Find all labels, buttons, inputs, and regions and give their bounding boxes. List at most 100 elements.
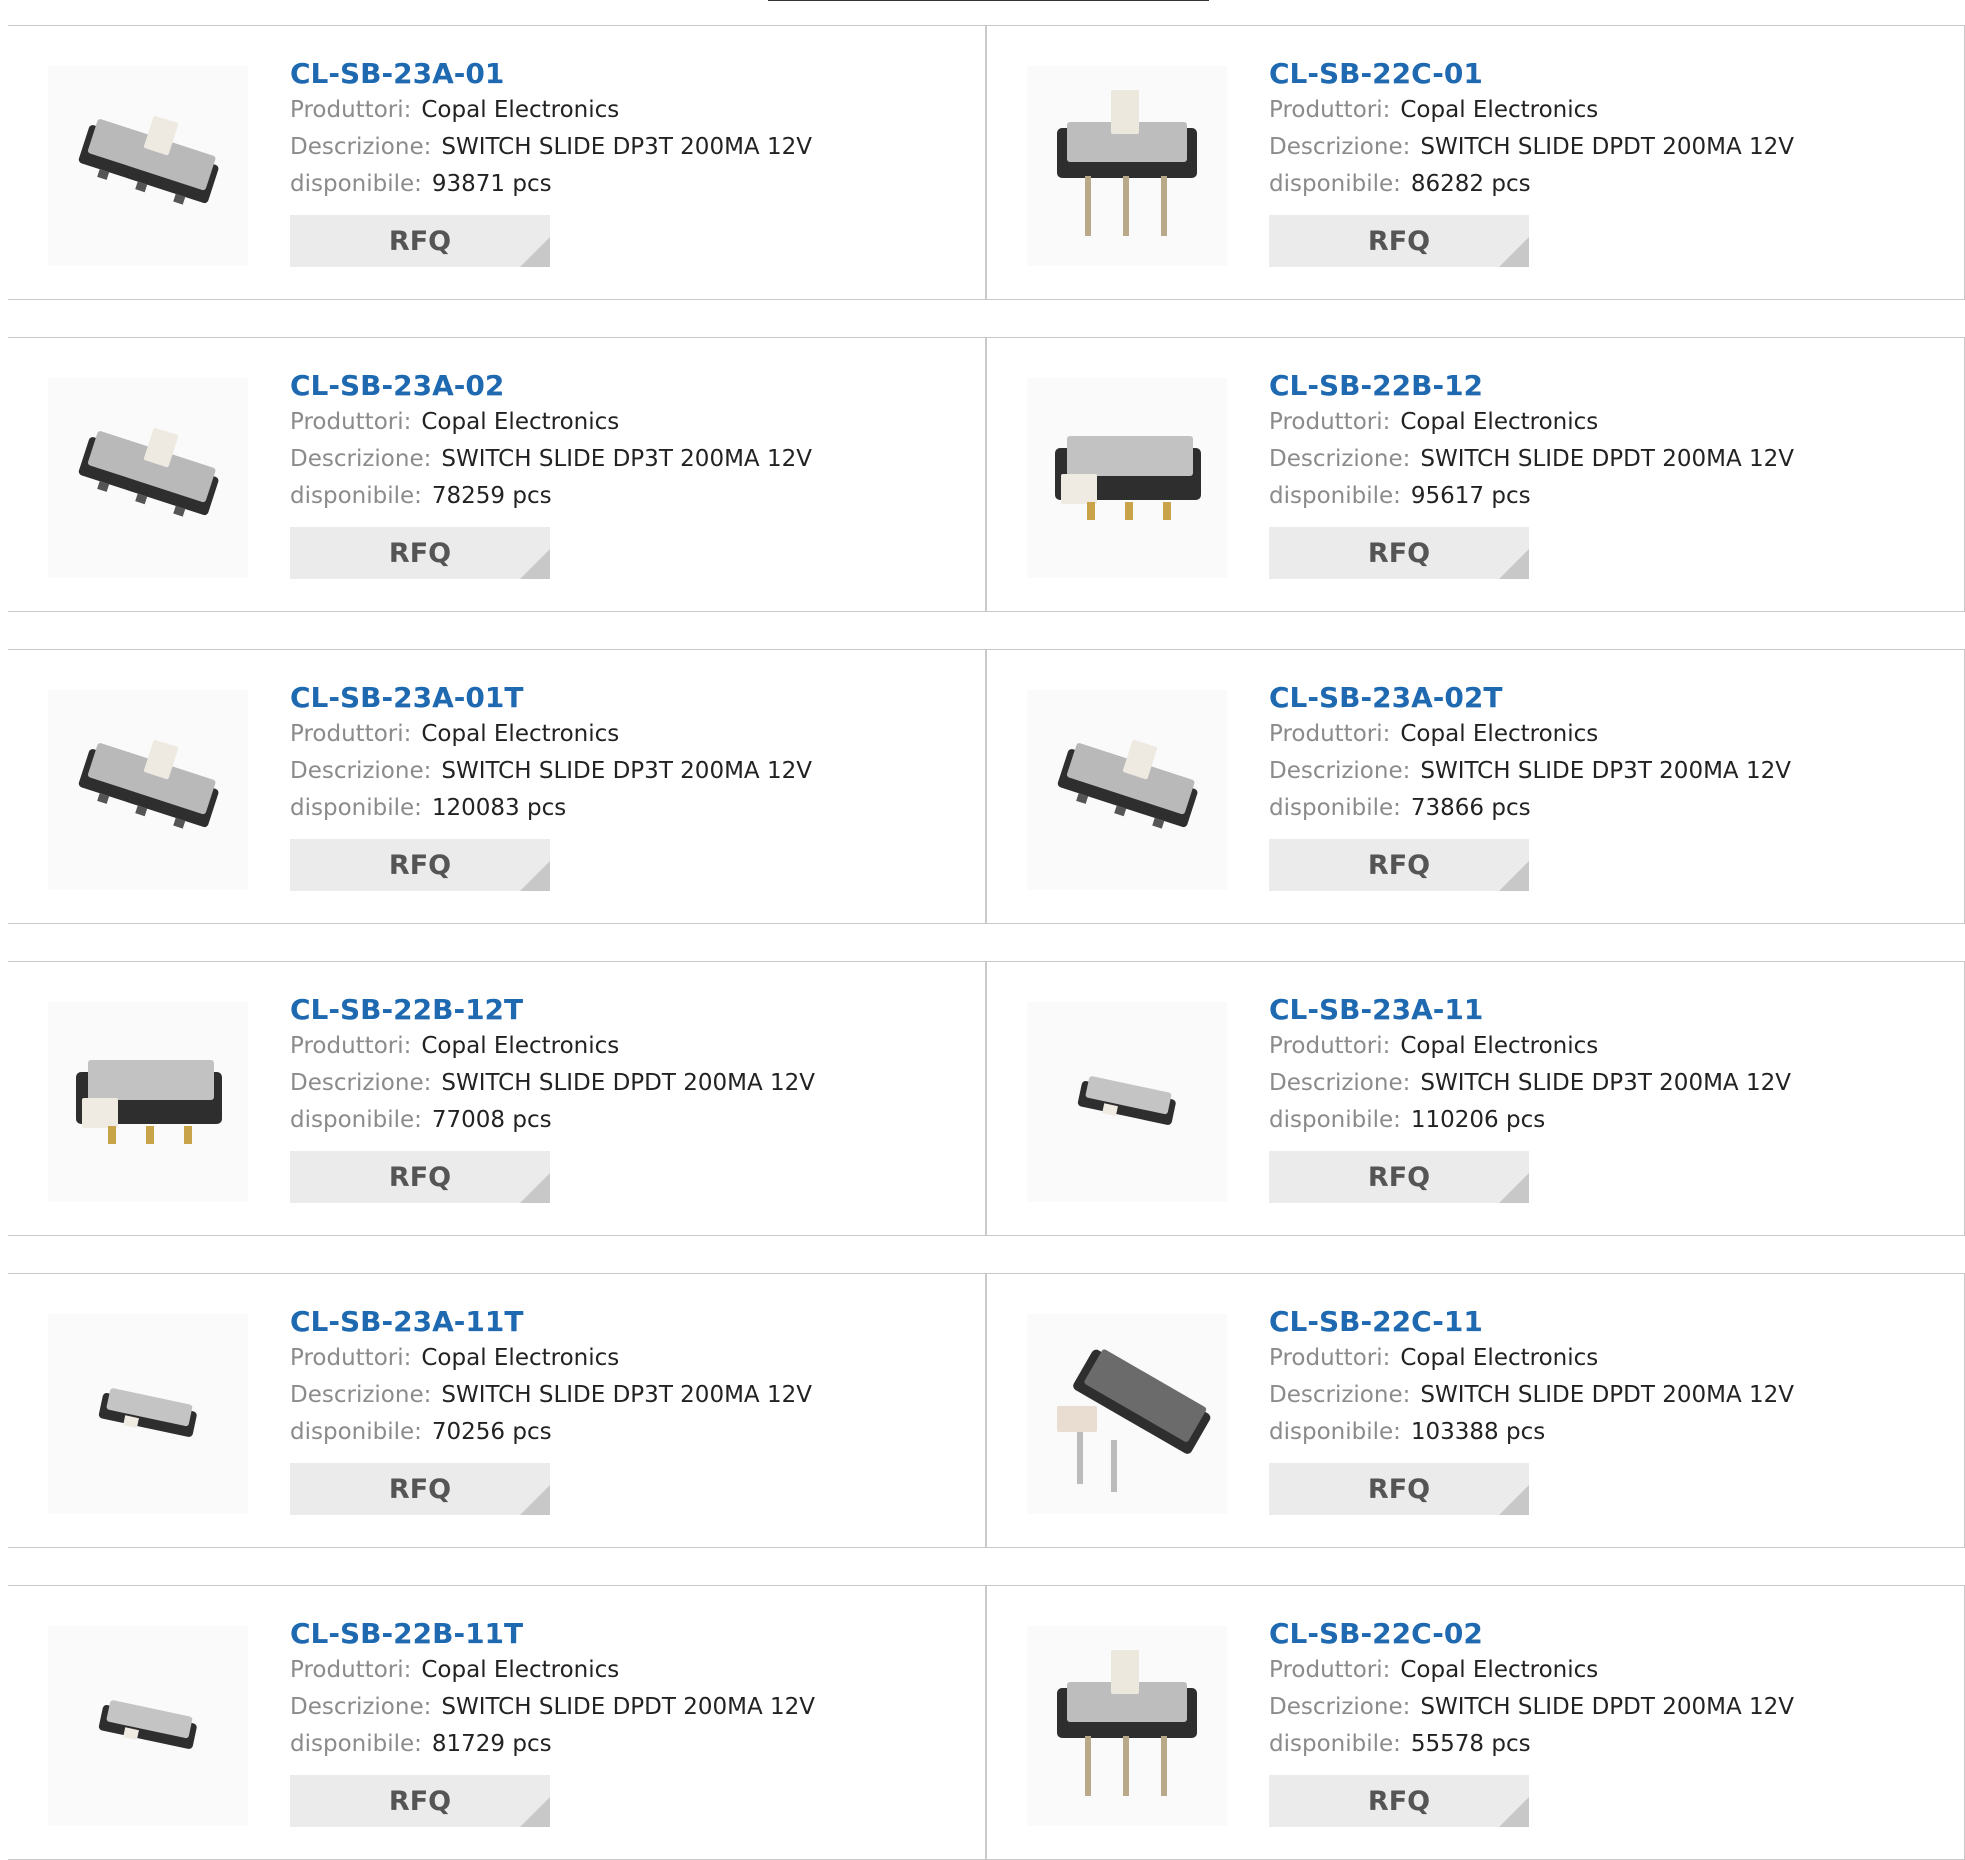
product-image[interactable]: [48, 1626, 248, 1826]
description-value: SWITCH SLIDE DP3T 200MA 12V: [441, 1382, 812, 1408]
product-image[interactable]: [1027, 378, 1227, 578]
manufacturer-value: Copal Electronics: [421, 1345, 620, 1371]
manufacturer-value: Copal Electronics: [421, 97, 620, 123]
description-label: Descrizione:: [1269, 1694, 1411, 1720]
rfq-button-label: RFQ: [1367, 537, 1431, 569]
corner-triangle-icon: [1499, 549, 1529, 579]
availability-label: disponibile:: [290, 171, 422, 197]
manufacturer-label: Produttori:: [290, 721, 412, 747]
product-image[interactable]: [1027, 66, 1227, 266]
corner-triangle-icon: [520, 1173, 550, 1203]
product-name-link[interactable]: CL-SB-23A-11T: [290, 1304, 975, 1340]
rfq-button[interactable]: RFQ: [290, 215, 550, 267]
product-name-link[interactable]: CL-SB-22B-11T: [290, 1616, 975, 1652]
slide-switch-image: [78, 739, 219, 829]
rfq-button[interactable]: RFQ: [290, 1463, 550, 1515]
rfq-button-label: RFQ: [388, 1785, 452, 1817]
product-name-link[interactable]: CL-SB-23A-02T: [1269, 680, 1954, 716]
description-value: SWITCH SLIDE DP3T 200MA 12V: [441, 134, 812, 160]
product-name-link[interactable]: CL-SB-23A-01T: [290, 680, 975, 716]
product-image[interactable]: [48, 1002, 248, 1202]
product-name-link[interactable]: CL-SB-22C-01: [1269, 56, 1954, 92]
corner-triangle-icon: [520, 1797, 550, 1827]
corner-triangle-icon: [1499, 1485, 1529, 1515]
slide-switch-through-hole-image: [1057, 1650, 1197, 1796]
top-divider: [768, 0, 1209, 1]
slide-switch-small-image: [98, 1388, 197, 1437]
rfq-button[interactable]: RFQ: [1269, 215, 1529, 267]
slide-switch-side-actuator-image: [1055, 436, 1201, 520]
slide-switch-small-image: [98, 1700, 197, 1749]
manufacturer-label: Produttori:: [290, 409, 412, 435]
product-card: CL-SB-23A-02 Produttori: Copal Electronic…: [8, 337, 986, 612]
product-card: CL-SB-22B-12 Produttori: Copal Electronic…: [986, 337, 1965, 612]
slide-switch-image: [78, 427, 219, 517]
rfq-button[interactable]: RFQ: [290, 527, 550, 579]
availability-value: 103388 pcs: [1410, 1419, 1546, 1445]
product-image[interactable]: [1027, 690, 1227, 890]
availability-value: 73866 pcs: [1410, 795, 1531, 821]
availability-label: disponibile:: [290, 1419, 422, 1445]
manufacturer-value: Copal Electronics: [1400, 97, 1599, 123]
description-value: SWITCH SLIDE DPDT 200MA 12V: [441, 1070, 816, 1096]
description-value: SWITCH SLIDE DP3T 200MA 12V: [441, 446, 812, 472]
slide-switch-image: [1057, 739, 1198, 829]
description-value: SWITCH SLIDE DPDT 200MA 12V: [1420, 1694, 1795, 1720]
description-label: Descrizione:: [290, 1070, 432, 1096]
product-image[interactable]: [1027, 1626, 1227, 1826]
product-card: CL-SB-22B-12T Produttori: Copal Electroni…: [8, 961, 986, 1236]
product-image[interactable]: [1027, 1002, 1227, 1202]
product-name-link[interactable]: CL-SB-23A-02: [290, 368, 975, 404]
rfq-button[interactable]: RFQ: [1269, 1151, 1529, 1203]
product-name-link[interactable]: CL-SB-23A-11: [1269, 992, 1954, 1028]
product-name-link[interactable]: CL-SB-23A-01: [290, 56, 975, 92]
corner-triangle-icon: [520, 237, 550, 267]
product-card: CL-SB-23A-01 Produttori: Copal Electronic…: [8, 25, 986, 300]
product-name-link[interactable]: CL-SB-22B-12: [1269, 368, 1954, 404]
availability-value: 78259 pcs: [431, 483, 552, 509]
rfq-button-label: RFQ: [1367, 1161, 1431, 1193]
manufacturer-value: Copal Electronics: [1400, 1657, 1599, 1683]
corner-triangle-icon: [1499, 1173, 1529, 1203]
availability-value: 70256 pcs: [431, 1419, 552, 1445]
availability-value: 93871 pcs: [431, 171, 552, 197]
description-label: Descrizione:: [1269, 758, 1411, 784]
manufacturer-value: Copal Electronics: [1400, 1033, 1599, 1059]
product-name-link[interactable]: CL-SB-22B-12T: [290, 992, 975, 1028]
corner-triangle-icon: [520, 1485, 550, 1515]
rfq-button[interactable]: RFQ: [1269, 839, 1529, 891]
rfq-button[interactable]: RFQ: [1269, 1463, 1529, 1515]
rfq-button[interactable]: RFQ: [290, 1151, 550, 1203]
rfq-button-label: RFQ: [1367, 225, 1431, 257]
manufacturer-label: Produttori:: [1269, 721, 1391, 747]
product-image[interactable]: [48, 1314, 248, 1514]
product-image[interactable]: [48, 66, 248, 266]
manufacturer-label: Produttori:: [1269, 409, 1391, 435]
availability-label: disponibile:: [1269, 795, 1401, 821]
manufacturer-label: Produttori:: [290, 97, 412, 123]
description-value: SWITCH SLIDE DPDT 200MA 12V: [441, 1694, 816, 1720]
availability-label: disponibile:: [1269, 483, 1401, 509]
product-image[interactable]: [48, 690, 248, 890]
manufacturer-value: Copal Electronics: [421, 1657, 620, 1683]
availability-value: 81729 pcs: [431, 1731, 552, 1757]
rfq-button[interactable]: RFQ: [1269, 527, 1529, 579]
manufacturer-value: Copal Electronics: [421, 1033, 620, 1059]
rfq-button[interactable]: RFQ: [290, 839, 550, 891]
description-value: SWITCH SLIDE DPDT 200MA 12V: [1420, 1382, 1795, 1408]
rfq-button-label: RFQ: [388, 1473, 452, 1505]
product-image[interactable]: [1027, 1314, 1227, 1514]
product-image[interactable]: [48, 378, 248, 578]
availability-label: disponibile:: [1269, 171, 1401, 197]
product-name-link[interactable]: CL-SB-22C-11: [1269, 1304, 1954, 1340]
description-label: Descrizione:: [290, 758, 432, 784]
rfq-button[interactable]: RFQ: [290, 1775, 550, 1827]
availability-value: 86282 pcs: [1410, 171, 1531, 197]
rfq-button[interactable]: RFQ: [1269, 1775, 1529, 1827]
product-card: CL-SB-23A-01T Produttori: Copal Electroni…: [8, 649, 986, 924]
description-value: SWITCH SLIDE DP3T 200MA 12V: [1420, 1070, 1791, 1096]
product-card: CL-SB-22C-02 Produttori: Copal Electronic…: [986, 1585, 1965, 1860]
product-card: CL-SB-23A-11T Produttori: Copal Electroni…: [8, 1273, 986, 1548]
product-card: CL-SB-23A-02T Produttori: Copal Electroni…: [986, 649, 1965, 924]
product-name-link[interactable]: CL-SB-22C-02: [1269, 1616, 1954, 1652]
